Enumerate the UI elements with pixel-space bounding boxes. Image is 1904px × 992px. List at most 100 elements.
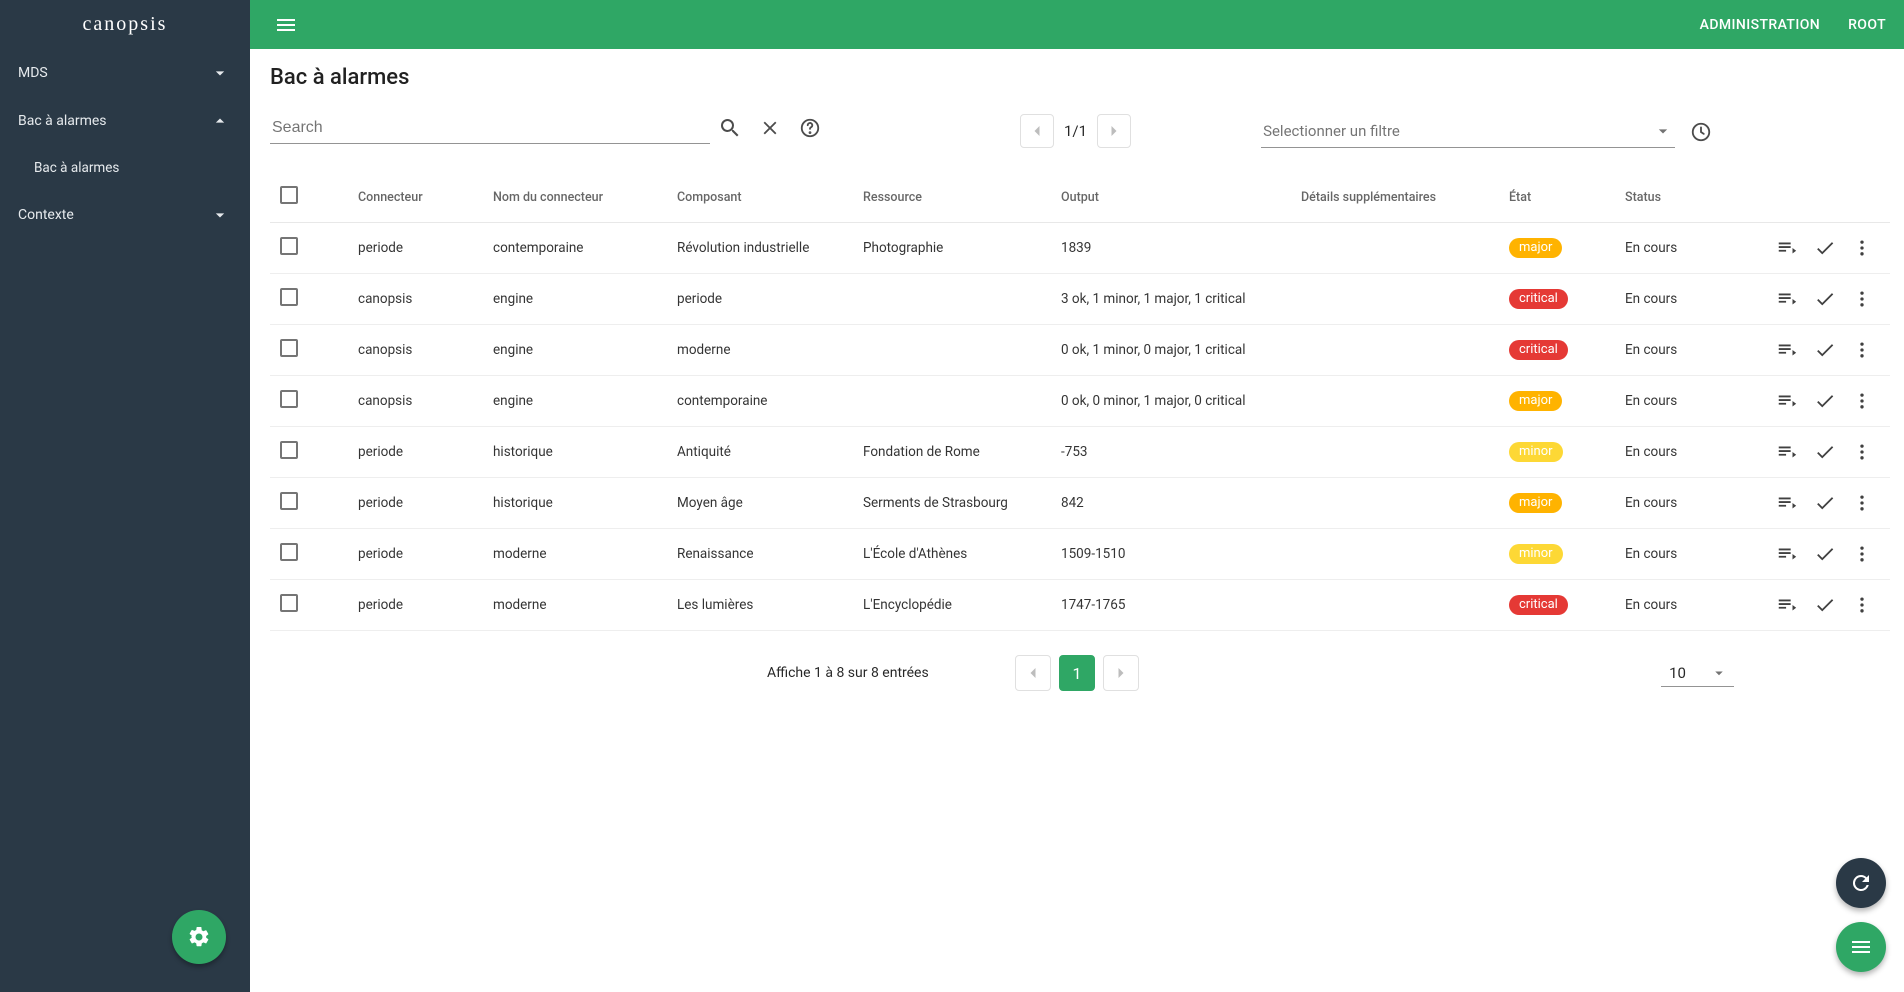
search-help-button[interactable] bbox=[790, 108, 830, 148]
footer-pager-next[interactable] bbox=[1103, 655, 1139, 691]
th-details[interactable]: Détails supplémentaires bbox=[1293, 172, 1501, 223]
th-connecteur[interactable]: Connecteur bbox=[350, 172, 485, 223]
cell-etat: minor bbox=[1501, 529, 1617, 580]
table-row[interactable]: periode contemporaine Révolution industr… bbox=[270, 223, 1890, 274]
row-action-ack-button[interactable] bbox=[1814, 237, 1836, 259]
row-action-more-button[interactable] bbox=[1852, 544, 1872, 564]
menu-fab-button[interactable] bbox=[1836, 922, 1886, 972]
table-row[interactable]: periode historique Moyen âge Serments de… bbox=[270, 478, 1890, 529]
footer-info: Affiche 1 à 8 sur 8 entrées bbox=[767, 665, 929, 681]
row-action-list-button[interactable] bbox=[1776, 390, 1798, 412]
row-action-more-button[interactable] bbox=[1852, 238, 1872, 258]
row-action-more-button[interactable] bbox=[1852, 595, 1872, 615]
cell-output: 1839 bbox=[1053, 223, 1293, 274]
row-action-list-button[interactable] bbox=[1776, 339, 1798, 361]
row-action-list-button[interactable] bbox=[1776, 543, 1798, 565]
row-action-more-button[interactable] bbox=[1852, 442, 1872, 462]
row-actions bbox=[1743, 339, 1872, 361]
select-all-checkbox[interactable] bbox=[280, 186, 298, 204]
page-title: Bac à alarmes bbox=[270, 49, 1884, 100]
table-row[interactable]: canopsis engine moderne 0 ok, 1 minor, 0… bbox=[270, 325, 1890, 376]
sidebar-item-mds[interactable]: MDS bbox=[0, 49, 250, 97]
administration-link[interactable]: ADMINISTRATION bbox=[1700, 17, 1820, 33]
row-action-list-button[interactable] bbox=[1776, 492, 1798, 514]
row-action-more-button[interactable] bbox=[1852, 391, 1872, 411]
table-row[interactable]: periode moderne Renaissance L'École d'At… bbox=[270, 529, 1890, 580]
filter-select[interactable]: Selectionner un filtre bbox=[1261, 115, 1675, 148]
playlist-icon bbox=[1776, 543, 1798, 565]
row-actions bbox=[1743, 594, 1872, 616]
filter-history-button[interactable] bbox=[1681, 121, 1721, 143]
table-row[interactable]: canopsis engine periode 3 ok, 1 minor, 1… bbox=[270, 274, 1890, 325]
cell-nom-connecteur: engine bbox=[485, 376, 669, 427]
row-checkbox[interactable] bbox=[280, 390, 298, 408]
row-actions bbox=[1743, 390, 1872, 412]
row-action-more-button[interactable] bbox=[1852, 289, 1872, 309]
clear-search-button[interactable] bbox=[750, 108, 790, 148]
cell-ressource: Photographie bbox=[855, 223, 1053, 274]
row-action-list-button[interactable] bbox=[1776, 441, 1798, 463]
search-button[interactable] bbox=[710, 108, 750, 148]
table-row[interactable]: periode moderne Les lumières L'Encyclopé… bbox=[270, 580, 1890, 631]
row-action-ack-button[interactable] bbox=[1814, 441, 1836, 463]
row-action-more-button[interactable] bbox=[1852, 493, 1872, 513]
th-output[interactable]: Output bbox=[1053, 172, 1293, 223]
cell-connecteur: canopsis bbox=[350, 325, 485, 376]
cell-connecteur: canopsis bbox=[350, 376, 485, 427]
search-input[interactable] bbox=[270, 113, 710, 144]
main: ADMINISTRATION ROOT Bac à alarmes bbox=[250, 0, 1904, 992]
table-row[interactable]: periode historique Antiquité Fondation d… bbox=[270, 427, 1890, 478]
pager-top: 1/1 bbox=[1020, 114, 1131, 148]
row-checkbox[interactable] bbox=[280, 492, 298, 510]
pager-prev-button[interactable] bbox=[1020, 114, 1054, 148]
history-icon bbox=[1690, 121, 1712, 143]
page-size-select[interactable]: 10 bbox=[1661, 660, 1734, 687]
settings-fab-button[interactable] bbox=[172, 910, 226, 964]
row-action-list-button[interactable] bbox=[1776, 288, 1798, 310]
cell-output: 1747-1765 bbox=[1053, 580, 1293, 631]
th-ressource[interactable]: Ressource bbox=[855, 172, 1053, 223]
footer-pager-prev[interactable] bbox=[1015, 655, 1051, 691]
cell-details bbox=[1293, 223, 1501, 274]
alarms-table: Connecteur Nom du connecteur Composant R… bbox=[270, 172, 1890, 631]
row-action-ack-button[interactable] bbox=[1814, 543, 1836, 565]
row-action-ack-button[interactable] bbox=[1814, 339, 1836, 361]
th-etat[interactable]: État bbox=[1501, 172, 1617, 223]
refresh-fab-button[interactable] bbox=[1836, 858, 1886, 908]
th-composant[interactable]: Composant bbox=[669, 172, 855, 223]
row-action-ack-button[interactable] bbox=[1814, 594, 1836, 616]
cell-details bbox=[1293, 376, 1501, 427]
sidebar-item-bac-a-alarmes[interactable]: Bac à alarmes bbox=[0, 97, 250, 145]
more-vert-icon bbox=[1852, 238, 1872, 258]
row-action-list-button[interactable] bbox=[1776, 237, 1798, 259]
root-link[interactable]: ROOT bbox=[1848, 17, 1886, 33]
row-checkbox[interactable] bbox=[280, 237, 298, 255]
th-nom-connecteur[interactable]: Nom du connecteur bbox=[485, 172, 669, 223]
row-action-more-button[interactable] bbox=[1852, 340, 1872, 360]
menu-toggle-button[interactable] bbox=[268, 7, 304, 43]
th-status[interactable]: Status bbox=[1617, 172, 1735, 223]
check-icon bbox=[1814, 339, 1836, 361]
sidebar-item-contexte[interactable]: Contexte bbox=[0, 191, 250, 239]
row-action-ack-button[interactable] bbox=[1814, 288, 1836, 310]
row-action-ack-button[interactable] bbox=[1814, 492, 1836, 514]
cell-ressource: Fondation de Rome bbox=[855, 427, 1053, 478]
row-action-ack-button[interactable] bbox=[1814, 390, 1836, 412]
cell-status: En cours bbox=[1617, 478, 1735, 529]
row-checkbox[interactable] bbox=[280, 441, 298, 459]
cell-details bbox=[1293, 478, 1501, 529]
cell-etat: major bbox=[1501, 376, 1617, 427]
table-row[interactable]: canopsis engine contemporaine 0 ok, 0 mi… bbox=[270, 376, 1890, 427]
sidebar-item-bac-a-alarmes-child[interactable]: Bac à alarmes bbox=[0, 145, 250, 191]
check-icon bbox=[1814, 543, 1836, 565]
row-checkbox[interactable] bbox=[280, 288, 298, 306]
row-checkbox[interactable] bbox=[280, 339, 298, 357]
pager-next-button[interactable] bbox=[1097, 114, 1131, 148]
chevron-down-icon bbox=[1710, 664, 1728, 682]
row-action-list-button[interactable] bbox=[1776, 594, 1798, 616]
footer-pager-page-1[interactable]: 1 bbox=[1059, 655, 1095, 691]
row-checkbox[interactable] bbox=[280, 594, 298, 612]
cell-output: 0 ok, 0 minor, 1 major, 0 critical bbox=[1053, 376, 1293, 427]
row-actions bbox=[1743, 288, 1872, 310]
row-checkbox[interactable] bbox=[280, 543, 298, 561]
